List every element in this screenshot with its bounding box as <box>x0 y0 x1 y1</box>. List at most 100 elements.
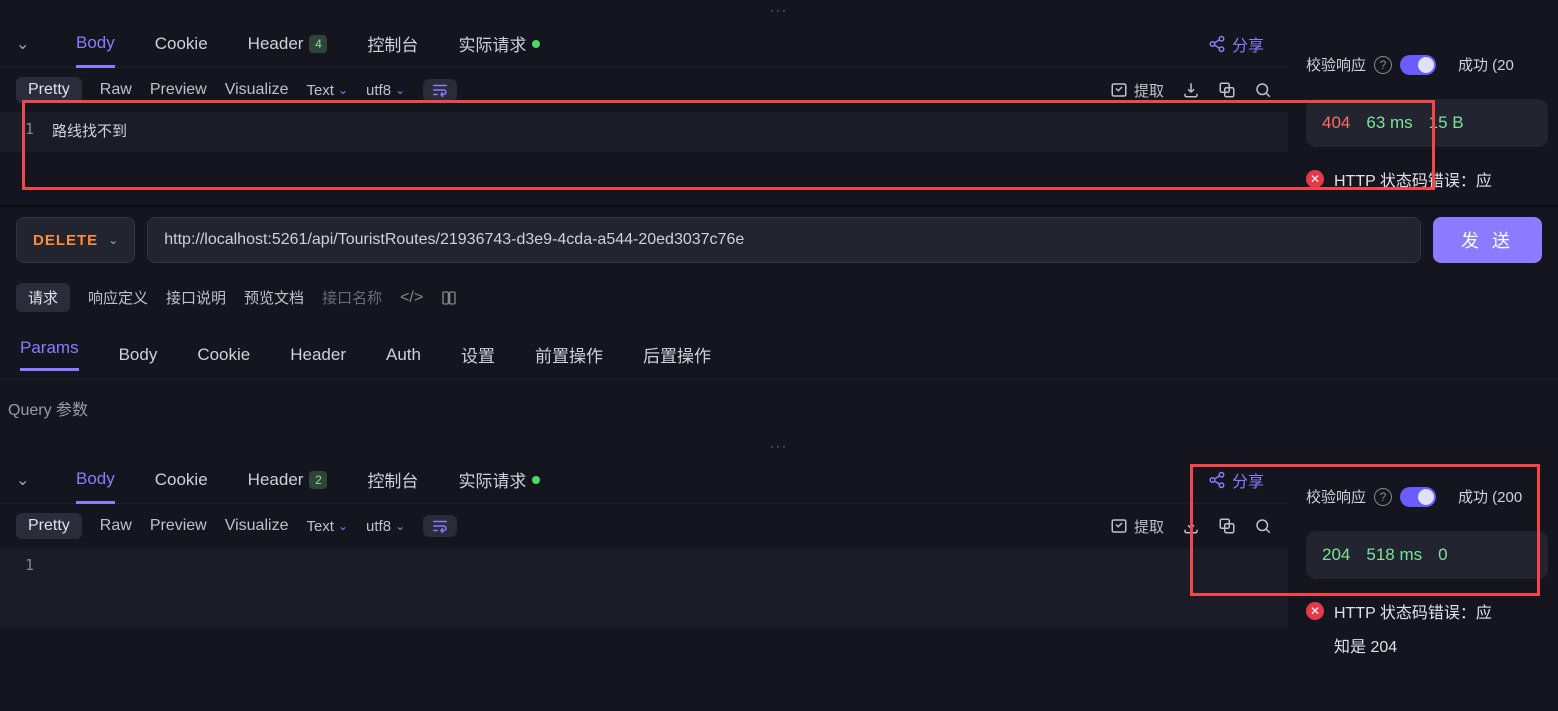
extract-label: 提取 <box>1134 516 1164 537</box>
download-button[interactable] <box>1182 517 1200 535</box>
share-button[interactable]: 分享 <box>1208 32 1264 56</box>
copy-button[interactable] <box>1218 517 1236 535</box>
validate-label: 校验响应 <box>1306 54 1366 75</box>
tab-cookie[interactable]: Cookie <box>155 20 208 67</box>
tab-actual-request[interactable]: 实际请求 <box>458 456 540 503</box>
ptab-pre[interactable]: 前置操作 <box>535 342 603 367</box>
validate-toggle[interactable] <box>1400 487 1436 507</box>
status-summary: 204 518 ms 0 <box>1306 531 1548 579</box>
help-icon[interactable]: ? <box>1374 56 1392 74</box>
validate-toggle[interactable] <box>1400 55 1436 75</box>
line-number: 1 <box>0 548 48 628</box>
send-button[interactable]: 发 送 <box>1433 217 1542 263</box>
validate-label: 校验响应 <box>1306 486 1366 507</box>
search-icon <box>1254 517 1272 535</box>
format-pretty[interactable]: Pretty <box>16 513 82 539</box>
format-raw[interactable]: Raw <box>100 517 132 535</box>
content-type-label: Text <box>306 518 334 535</box>
share-icon <box>1208 35 1226 53</box>
status-time: 63 ms <box>1366 113 1412 133</box>
tab-body[interactable]: Body <box>76 457 115 504</box>
error-icon: ✕ <box>1306 602 1324 620</box>
subtab-request[interactable]: 请求 <box>16 283 70 312</box>
tab-body[interactable]: Body <box>76 21 115 68</box>
copy-button[interactable] <box>1218 81 1236 99</box>
extract-button[interactable]: 提取 <box>1110 516 1164 537</box>
resize-handle[interactable]: ··· <box>0 0 1558 20</box>
chevron-down-icon: ⌄ <box>395 83 405 97</box>
format-visualize[interactable]: Visualize <box>225 517 289 535</box>
chevron-down-icon[interactable]: ⌄ <box>16 34 36 54</box>
ptab-cookie[interactable]: Cookie <box>197 345 250 365</box>
format-visualize[interactable]: Visualize <box>225 81 289 99</box>
wrap-toggle[interactable] <box>423 79 457 101</box>
ptab-settings[interactable]: 设置 <box>461 342 495 367</box>
status-size: 0 <box>1438 545 1447 565</box>
method-label: DELETE <box>33 232 98 249</box>
chevron-down-icon[interactable]: ⌄ <box>16 470 36 490</box>
download-icon <box>1182 81 1200 99</box>
format-raw[interactable]: Raw <box>100 81 132 99</box>
wrap-toggle[interactable] <box>423 515 457 537</box>
subtab-response-def[interactable]: 响应定义 <box>88 287 148 308</box>
code-icon[interactable]: </> <box>400 289 423 307</box>
tab-console[interactable]: 控制台 <box>367 20 418 67</box>
share-button[interactable]: 分享 <box>1208 468 1264 492</box>
help-icon[interactable]: ? <box>1374 488 1392 506</box>
extract-button[interactable]: 提取 <box>1110 80 1164 101</box>
format-pretty[interactable]: Pretty <box>16 77 82 103</box>
search-icon <box>1254 81 1272 99</box>
extract-icon <box>1110 81 1128 99</box>
tab-header[interactable]: Header 4 <box>248 20 328 67</box>
encoding-select[interactable]: utf8 ⌄ <box>366 82 405 99</box>
api-name-placeholder[interactable]: 接口名称 <box>322 287 382 308</box>
response-body-text[interactable]: 路线找不到 <box>48 112 1288 152</box>
search-button[interactable] <box>1254 517 1272 535</box>
tab-actual-request[interactable]: 实际请求 <box>458 20 540 67</box>
query-params-label: Query 参数 <box>0 380 1558 436</box>
resize-handle[interactable]: ··· <box>0 436 1558 456</box>
response-body-text[interactable] <box>48 548 1288 628</box>
tab-header-label: Header <box>248 470 304 490</box>
encoding-select[interactable]: utf8 ⌄ <box>366 518 405 535</box>
tab-cookie[interactable]: Cookie <box>155 456 208 503</box>
error-message-line2: 知是 204 <box>1296 633 1558 667</box>
format-preview[interactable]: Preview <box>150 81 207 99</box>
chevron-down-icon: ⌄ <box>338 519 348 533</box>
tab-console[interactable]: 控制台 <box>367 456 418 503</box>
error-message: ✕ HTTP 状态码错误：应 <box>1296 157 1558 201</box>
ptab-header[interactable]: Header <box>290 345 346 365</box>
method-select[interactable]: DELETE ⌄ <box>16 217 135 263</box>
content-type-select[interactable]: Text ⌄ <box>306 82 348 99</box>
status-size: 15 B <box>1429 113 1464 133</box>
status-summary: 404 63 ms 15 B <box>1306 99 1548 147</box>
content-type-select[interactable]: Text ⌄ <box>306 518 348 535</box>
ptab-params[interactable]: Params <box>20 338 79 371</box>
subtab-preview-doc[interactable]: 预览文档 <box>244 287 304 308</box>
format-preview[interactable]: Preview <box>150 517 207 535</box>
chevron-down-icon: ⌄ <box>338 83 348 97</box>
status-dot-icon <box>532 476 540 484</box>
tab-console-label: 控制台 <box>367 467 418 492</box>
ptab-auth[interactable]: Auth <box>386 345 421 365</box>
chevron-down-icon: ⌄ <box>108 233 118 247</box>
status-dot-icon <box>532 40 540 48</box>
share-label: 分享 <box>1232 32 1264 56</box>
url-input[interactable] <box>147 217 1421 263</box>
tab-body-label: Body <box>76 469 115 489</box>
encoding-label: utf8 <box>366 82 391 99</box>
download-button[interactable] <box>1182 81 1200 99</box>
subtab-api-desc[interactable]: 接口说明 <box>166 287 226 308</box>
content-type-label: Text <box>306 82 334 99</box>
tab-header[interactable]: Header 2 <box>248 456 328 503</box>
ptab-post[interactable]: 后置操作 <box>643 342 711 367</box>
ptab-body[interactable]: Body <box>119 345 158 365</box>
tab-actual-label: 实际请求 <box>458 467 526 492</box>
columns-icon[interactable] <box>441 290 457 306</box>
extract-label: 提取 <box>1134 80 1164 101</box>
tab-body-label: Body <box>76 33 115 53</box>
copy-icon <box>1218 517 1236 535</box>
search-button[interactable] <box>1254 81 1272 99</box>
wrap-icon <box>431 519 449 533</box>
tab-console-label: 控制台 <box>367 31 418 56</box>
